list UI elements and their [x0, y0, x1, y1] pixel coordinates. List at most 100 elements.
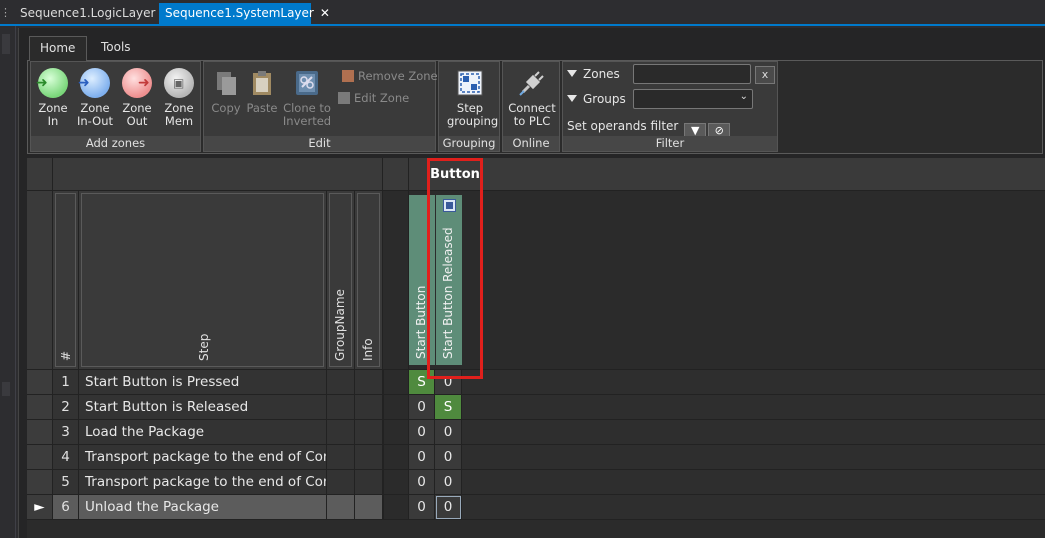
operand-label: Start Button	[414, 285, 428, 359]
ribbon-tab-home[interactable]: Home	[29, 36, 87, 61]
info-cell[interactable]	[355, 420, 383, 445]
current-row-indicator[interactable]: ►	[27, 495, 53, 520]
zones-filter-input[interactable]	[633, 64, 751, 84]
column-header-info[interactable]: Info	[355, 191, 383, 370]
column-header-number[interactable]: #	[53, 191, 79, 370]
info-cell[interactable]	[355, 495, 383, 520]
copy-button[interactable]: Copy	[206, 64, 246, 130]
row-selector[interactable]	[27, 445, 53, 470]
zone-mem-button[interactable]: ▣ Zone Mem	[159, 64, 199, 130]
zone-in-out-button[interactable]: ➜ Zone In-Out	[75, 64, 115, 130]
operand-header-start-button[interactable]: Start Button	[409, 195, 435, 365]
button-label: Copy	[211, 101, 241, 115]
tab-label: Sequence1.SystemLayer	[165, 6, 314, 20]
group-name-cell[interactable]	[327, 495, 355, 520]
empty-cell	[462, 370, 1045, 395]
row-selector[interactable]	[27, 470, 53, 495]
step-name[interactable]: Start Button is Released	[79, 395, 327, 420]
button-label: Out	[126, 114, 148, 128]
zone-out-icon: ➜	[122, 68, 152, 98]
zone-out-button[interactable]: ➜ Zone Out	[117, 64, 157, 130]
header-label: Info	[361, 338, 375, 361]
row-selector[interactable]	[27, 395, 53, 420]
operand-group-label: Button	[430, 167, 480, 182]
info-cell[interactable]	[355, 445, 383, 470]
close-icon[interactable]: ✕	[320, 6, 330, 20]
sequence-grid: Button # Step GroupName Info Start Butto…	[27, 158, 1045, 538]
operand-value-cell[interactable]: 0	[435, 445, 462, 470]
row-selector[interactable]	[27, 370, 53, 395]
step-grouping-button[interactable]: Step grouping	[447, 64, 498, 130]
group-name-cell[interactable]	[327, 470, 355, 495]
table-row[interactable]: 4 Transport package to the end of Conv1 …	[27, 445, 1045, 470]
button-label: Mem	[164, 114, 194, 128]
group-name-cell[interactable]	[327, 420, 355, 445]
operand-value-cell[interactable]: 0	[409, 395, 435, 420]
remove-zone-icon	[342, 70, 354, 82]
paste-button[interactable]: Paste	[242, 64, 282, 130]
connect-to-plc-button[interactable]: Connect to PLC	[507, 64, 557, 130]
operand-value-cell[interactable]: 0	[409, 420, 435, 445]
header-corner	[27, 158, 53, 191]
tab-overflow-icon[interactable]: ⋮	[0, 3, 11, 23]
operand-value-cell-selected[interactable]: 0	[435, 495, 462, 520]
table-row-current[interactable]: ► 6 Unload the Package 0 0	[27, 495, 1045, 520]
table-row[interactable]: 5 Transport package to the end of Conv2 …	[27, 470, 1045, 495]
editor-surface: Home Tools ➜ Zone In ➜ Zone In-Out ➜ Zon…	[18, 28, 1045, 538]
step-name[interactable]: Transport package to the end of Conv2	[79, 470, 327, 495]
button-label: Paste	[246, 101, 278, 115]
step-grouping-icon	[457, 70, 483, 96]
info-cell[interactable]	[355, 370, 383, 395]
plug-icon	[519, 71, 544, 96]
clone-to-inverted-button[interactable]: Clone to Inverted	[282, 64, 332, 130]
edit-zone-button[interactable]: Edit Zone	[338, 89, 409, 107]
table-row[interactable]: 1 Start Button is Pressed S 0	[27, 370, 1045, 395]
table-row[interactable]: 2 Start Button is Released 0 S	[27, 395, 1045, 420]
group-grouping: Step grouping Grouping	[438, 61, 500, 152]
tab-system-layer[interactable]: Sequence1.SystemLayer ✕	[159, 3, 330, 24]
column-header-group-name[interactable]: GroupName	[327, 191, 355, 370]
remove-zone-button[interactable]: Remove Zone	[342, 67, 438, 85]
operand-value-cell[interactable]: S	[435, 395, 462, 420]
operand-value-cell[interactable]: 0	[435, 470, 462, 495]
column-header-step[interactable]: Step	[79, 191, 327, 370]
groups-filter-select[interactable]: ⌄	[633, 89, 753, 109]
empty-cell	[462, 420, 1045, 445]
tab-logic-layer[interactable]: Sequence1.LogicLayer✕	[14, 3, 172, 24]
zone-in-button[interactable]: ➜ Zone In	[33, 64, 73, 130]
operand-value-cell[interactable]: 0	[409, 470, 435, 495]
operand-value-cell[interactable]: 0	[409, 445, 435, 470]
operand-header-start-button-released[interactable]: Start Button Released	[436, 195, 462, 365]
ribbon: ➜ Zone In ➜ Zone In-Out ➜ Zone Out ▣ Zon…	[27, 60, 1043, 154]
copy-icon	[217, 72, 236, 95]
gap-cell	[383, 470, 409, 495]
ribbon-tab-tools[interactable]: Tools	[91, 36, 141, 61]
tab-label: Sequence1.LogicLayer	[20, 6, 156, 20]
filter-icon	[567, 95, 577, 102]
table-row[interactable]: 3 Load the Package 0 0	[27, 420, 1045, 445]
gap-cell	[383, 495, 409, 520]
gap-cell	[383, 370, 409, 395]
step-name[interactable]: Load the Package	[79, 420, 327, 445]
zones-filter-row: Zones	[567, 64, 620, 86]
operand-value-cell[interactable]: 0	[435, 420, 462, 445]
operand-value-cell[interactable]: 0	[409, 495, 435, 520]
step-name[interactable]: Start Button is Pressed	[79, 370, 327, 395]
group-name-cell[interactable]	[327, 445, 355, 470]
gutter-marker	[2, 34, 10, 54]
info-cell[interactable]	[355, 395, 383, 420]
step-name[interactable]: Transport package to the end of Conv1	[79, 445, 327, 470]
clear-zones-filter-button[interactable]: x	[755, 66, 775, 84]
info-cell[interactable]	[355, 470, 383, 495]
row-selector[interactable]	[27, 420, 53, 445]
step-name[interactable]: Unload the Package	[79, 495, 327, 520]
operand-value-cell[interactable]: S	[409, 370, 435, 395]
gap-cell	[383, 395, 409, 420]
header-frame	[55, 193, 76, 367]
group-name-cell[interactable]	[327, 395, 355, 420]
operand-header-area	[409, 191, 1045, 370]
header-gap	[383, 158, 409, 191]
group-name-cell[interactable]	[327, 370, 355, 395]
groups-label: Groups	[583, 92, 626, 106]
operand-value-cell[interactable]: 0	[435, 370, 462, 395]
